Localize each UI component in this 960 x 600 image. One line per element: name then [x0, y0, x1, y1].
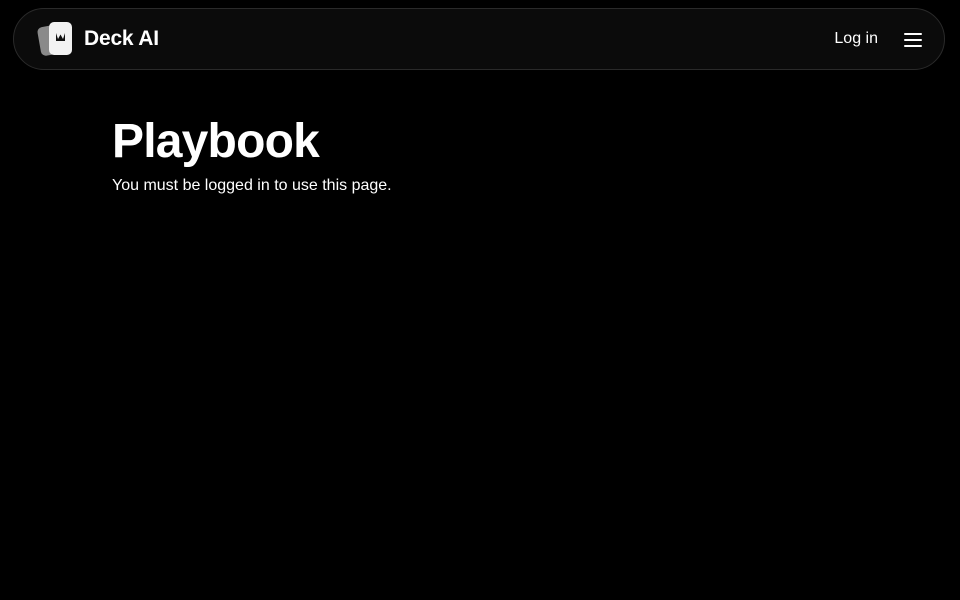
page-title: Playbook — [112, 115, 320, 168]
brand-home-link[interactable]: Deck AI — [36, 19, 159, 59]
header-actions: Log in — [818, 30, 922, 48]
card-deck-logo-icon — [37, 22, 72, 56]
top-navbar: Deck AI Log in — [13, 8, 945, 70]
hamburger-menu-icon[interactable] — [904, 32, 922, 47]
login-required-message: You must be logged in to use this page. — [112, 177, 392, 194]
main-content: Playbook You must be logged in to use th… — [112, 113, 848, 197]
brand-name: Deck AI — [84, 27, 159, 50]
menu-icon-bar — [904, 44, 922, 47]
menu-icon-bar — [904, 38, 922, 41]
login-link[interactable]: Log in — [834, 30, 878, 48]
menu-icon-bar — [904, 32, 922, 35]
